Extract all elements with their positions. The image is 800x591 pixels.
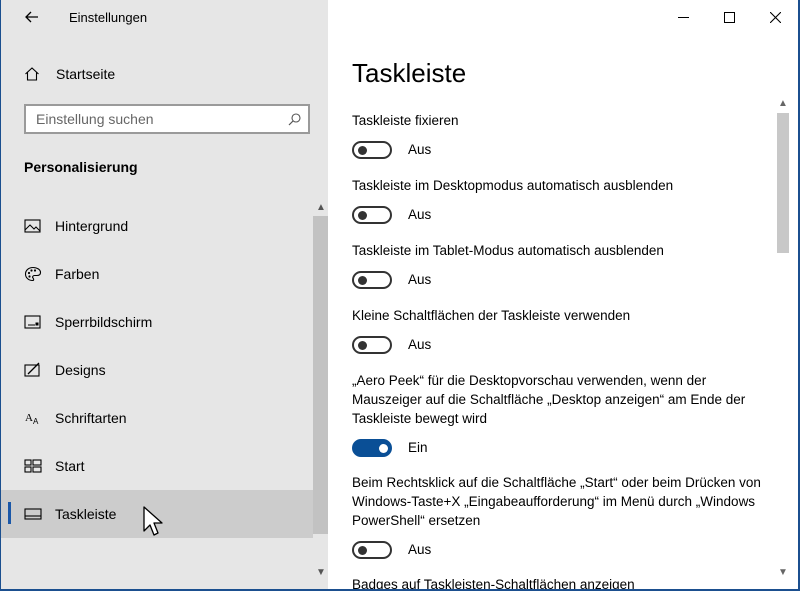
minimize-icon: [677, 16, 689, 18]
sidebar-item-start[interactable]: Start: [1, 442, 313, 490]
sidebar-item-label: Sperrbildschirm: [55, 314, 153, 330]
image-icon: [24, 219, 41, 233]
setting-taskleiste-fixieren: Taskleiste fixieren Aus: [352, 111, 762, 163]
taskbar-icon: [24, 508, 42, 520]
back-arrow-icon: [25, 11, 38, 23]
setting-aero-peek: „Aero Peek“ für die Desktopvorschau verw…: [352, 371, 762, 461]
scroll-down-arrow-icon[interactable]: ▼: [778, 568, 788, 578]
sidebar-item-label: Schriftarten: [55, 410, 127, 426]
toggle-state: Aus: [408, 337, 432, 352]
sidebar-item-label: Start: [55, 458, 85, 474]
scroll-thumb[interactable]: [313, 216, 328, 534]
back-button[interactable]: [17, 2, 47, 32]
sidebar-item-label: Designs: [55, 362, 106, 378]
minimize-button[interactable]: [660, 0, 706, 34]
sidebar-home[interactable]: Startseite: [1, 58, 328, 90]
toggle-switch[interactable]: [352, 206, 392, 224]
section-title: Personalisierung: [24, 159, 138, 175]
fonts-icon: A A: [25, 412, 39, 426]
search-icon[interactable]: [288, 113, 301, 126]
lock-screen-icon: [24, 315, 41, 329]
scroll-thumb[interactable]: [777, 113, 789, 253]
toggle-state: Ein: [408, 440, 428, 455]
palette-icon: [24, 266, 42, 282]
home-icon: [25, 67, 39, 81]
setting-label: Taskleiste im Tablet-Modus automatisch a…: [352, 243, 664, 258]
sidebar-item-hintergrund[interactable]: Hintergrund: [1, 202, 313, 250]
mouse-cursor-icon: [143, 506, 163, 536]
maximize-icon: [723, 11, 735, 23]
toggle-switch[interactable]: [352, 141, 392, 159]
toggle-switch[interactable]: [352, 271, 392, 289]
home-label: Startseite: [56, 66, 116, 82]
setting-label: Taskleiste fixieren: [352, 113, 459, 128]
page-title: Taskleiste: [352, 58, 467, 88]
start-icon: [24, 459, 42, 473]
toggle-switch[interactable]: [352, 336, 392, 354]
designs-icon: [24, 362, 40, 377]
settings-window: Einstellungen Startseite Personalisierun…: [1, 0, 798, 589]
setting-tablet-modus-ausblenden: Taskleiste im Tablet-Modus automatisch a…: [352, 241, 762, 293]
main-content: Taskleiste Taskleiste fixieren Aus Taskl…: [328, 0, 798, 589]
maximize-button[interactable]: [706, 0, 752, 34]
scroll-down-arrow-icon[interactable]: ▼: [316, 568, 326, 578]
toggle-state: Aus: [408, 272, 432, 287]
toggle-state: Aus: [408, 207, 432, 222]
app-title: Einstellungen: [69, 10, 148, 25]
toggle-state: Aus: [408, 542, 432, 557]
sidebar-item-designs[interactable]: Designs: [1, 346, 313, 394]
sidebar-item-farben[interactable]: Farben: [1, 250, 313, 298]
setting-badges: Badges auf Taskleisten-Schaltflächen anz…: [352, 575, 762, 589]
svg-text:A: A: [33, 417, 39, 426]
toggle-switch[interactable]: [352, 439, 392, 457]
close-button[interactable]: [752, 0, 798, 34]
search-box[interactable]: [24, 104, 310, 134]
sidebar-item-label: Farben: [55, 266, 100, 282]
sidebar-item-sperrbildschirm[interactable]: Sperrbildschirm: [1, 298, 313, 346]
main-scrollbar[interactable]: ▲ ▼: [775, 96, 791, 583]
close-icon: [769, 11, 781, 23]
sidebar-scrollbar[interactable]: ▲ ▼: [313, 200, 328, 585]
setting-desktopmodus-ausblenden: Taskleiste im Desktopmodus automatisch a…: [352, 176, 762, 228]
setting-label: Kleine Schaltflächen der Taskleiste verw…: [352, 308, 631, 323]
setting-label: Taskleiste im Desktopmodus automatisch a…: [352, 178, 674, 193]
svg-text:A: A: [25, 412, 33, 424]
scroll-up-arrow-icon[interactable]: ▲: [316, 203, 326, 213]
search-input[interactable]: [26, 111, 276, 127]
toggle-switch[interactable]: [352, 541, 392, 559]
setting-powershell-ersetzen: Beim Rechtsklick auf die Schaltfläche „S…: [352, 473, 762, 563]
sidebar-item-label: Taskleiste: [55, 506, 117, 522]
sidebar-item-label: Hintergrund: [55, 218, 129, 234]
setting-label: „Aero Peek“ für die Desktopvorschau verw…: [352, 373, 746, 426]
sidebar-nav: Hintergrund Farben Sperrbildschirm Desig…: [1, 202, 313, 538]
setting-label: Beim Rechtsklick auf die Schaltfläche „S…: [352, 475, 761, 528]
scroll-up-arrow-icon[interactable]: ▲: [778, 99, 788, 109]
sidebar: Einstellungen Startseite Personalisierun…: [1, 0, 328, 589]
selection-indicator: [8, 502, 11, 524]
setting-label: Badges auf Taskleisten-Schaltflächen anz…: [352, 577, 635, 589]
window-controls: [660, 0, 798, 34]
toggle-state: Aus: [408, 142, 432, 157]
setting-kleine-schaltflaechen: Kleine Schaltflächen der Taskleiste verw…: [352, 306, 762, 358]
sidebar-item-schriftarten[interactable]: A A Schriftarten: [1, 394, 313, 442]
